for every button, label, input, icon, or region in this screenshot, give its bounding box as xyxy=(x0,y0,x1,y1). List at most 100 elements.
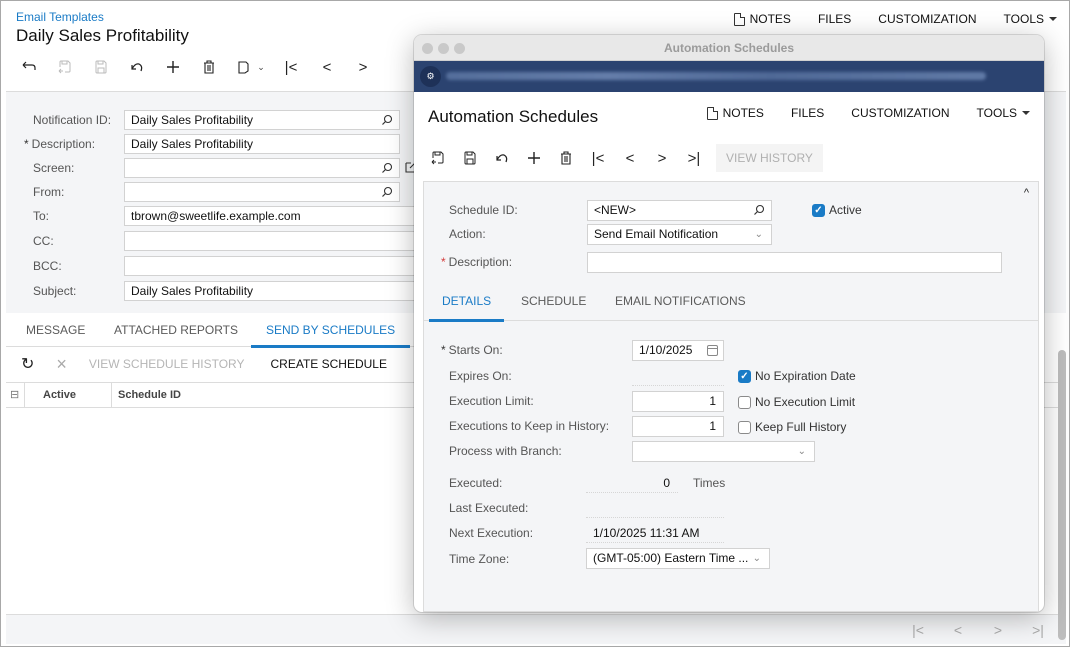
popup-tools-menu[interactable]: TOOLS xyxy=(977,106,1030,120)
create-schedule-button[interactable]: CREATE SCHEDULE xyxy=(271,357,387,371)
tab-email-notifications[interactable]: EMAIL NOTIFICATIONS xyxy=(615,281,746,321)
plus-icon xyxy=(167,61,179,73)
required-marker: * xyxy=(441,255,446,269)
view-history-button[interactable]: VIEW HISTORY xyxy=(716,144,823,172)
delete-button[interactable] xyxy=(550,146,582,170)
undo-button[interactable] xyxy=(486,146,518,170)
required-marker: * xyxy=(24,137,29,151)
description-row: * Description: Daily Sales Profitability xyxy=(6,134,426,154)
search-icon[interactable] xyxy=(753,204,765,216)
undo-button[interactable] xyxy=(119,55,155,79)
bcc-field[interactable] xyxy=(124,256,424,276)
last-record-button[interactable]: >| xyxy=(678,146,710,170)
active-checkbox[interactable]: ✓ Active xyxy=(812,203,862,217)
refresh-button[interactable]: ↻ xyxy=(21,354,34,374)
search-icon[interactable] xyxy=(381,162,393,174)
notes-label: NOTES xyxy=(722,106,764,120)
first-page-button[interactable]: |< xyxy=(898,622,938,638)
chevron-up-icon[interactable]: ^ xyxy=(1024,187,1029,199)
next-page-button[interactable]: > xyxy=(978,622,1018,638)
previous-record-button[interactable]: < xyxy=(614,146,646,170)
site-settings-icon[interactable]: ⚙ xyxy=(420,66,441,87)
time-zone-dropdown[interactable]: (GMT-05:00) Eastern Time ... ⌄ xyxy=(586,548,770,569)
delete-button[interactable] xyxy=(191,55,227,79)
grid-footer: |< < > >| xyxy=(6,614,1066,644)
popup-notes-link[interactable]: NOTES xyxy=(706,106,764,120)
tab-details[interactable]: DETAILS xyxy=(428,281,505,322)
keep-full-history-checkbox[interactable]: Keep Full History xyxy=(738,420,846,434)
schedule-id-label: Schedule ID: xyxy=(449,203,518,217)
tab-schedule[interactable]: SCHEDULE xyxy=(521,281,586,321)
first-record-icon: |< xyxy=(284,58,298,76)
last-executed-value xyxy=(586,498,724,518)
blurred-url[interactable] xyxy=(446,72,986,80)
save-button[interactable] xyxy=(83,55,119,79)
starts-on-date-field[interactable]: 1/10/2025 xyxy=(632,340,724,361)
delete-row-button[interactable]: × xyxy=(56,354,67,375)
no-execution-limit-checkbox[interactable]: No Execution Limit xyxy=(738,395,855,409)
subject-row: Subject: Daily Sales Profitability xyxy=(6,281,426,301)
screen-field[interactable] xyxy=(124,158,400,178)
next-record-button[interactable]: > xyxy=(345,55,381,79)
description-label-text: Description: xyxy=(31,137,96,151)
next-execution-label: Next Execution: xyxy=(449,526,534,540)
tab-attached-reports[interactable]: ATTACHED REPORTS xyxy=(114,313,238,347)
from-field[interactable] xyxy=(124,182,400,202)
template-tabs: MESSAGE ATTACHED REPORTS SEND BY SCHEDUL… xyxy=(6,313,414,348)
action-value: Send Email Notification xyxy=(594,227,719,241)
view-schedule-history-button[interactable]: VIEW SCHEDULE HISTORY xyxy=(89,357,245,371)
column-settings-icon[interactable]: ⊟ xyxy=(10,383,19,407)
back-button[interactable] xyxy=(11,55,47,79)
tools-menu[interactable]: TOOLS xyxy=(1004,12,1057,26)
save-button[interactable] xyxy=(454,146,486,170)
notes-link[interactable]: NOTES xyxy=(733,12,791,26)
process-with-branch-dropdown[interactable]: ⌄ xyxy=(632,441,815,462)
previous-record-button[interactable]: < xyxy=(309,55,345,79)
clipboard-icon xyxy=(238,61,249,74)
description-field[interactable]: Daily Sales Profitability xyxy=(124,134,400,154)
schedule-id-field[interactable]: <NEW> xyxy=(587,200,772,221)
chevron-left-icon: < xyxy=(625,149,635,167)
time-zone-value: (GMT-05:00) Eastern Time ... xyxy=(593,551,749,565)
action-dropdown[interactable]: Send Email Notification ⌄ xyxy=(587,224,772,245)
executions-to-keep-field[interactable]: 1 xyxy=(632,416,724,437)
files-link[interactable]: FILES xyxy=(818,12,851,26)
description-field[interactable] xyxy=(587,252,1002,273)
last-page-button[interactable]: >| xyxy=(1018,622,1058,638)
column-header-schedule-id[interactable]: Schedule ID xyxy=(118,383,181,407)
tab-message[interactable]: MESSAGE xyxy=(26,313,85,347)
note-icon xyxy=(733,12,745,26)
copy-paste-button[interactable]: ⌄ xyxy=(227,55,273,79)
save-and-close-button[interactable] xyxy=(47,55,83,79)
add-button[interactable] xyxy=(155,55,191,79)
previous-page-button[interactable]: < xyxy=(938,622,978,638)
add-button[interactable] xyxy=(518,146,550,170)
last-executed-label: Last Executed: xyxy=(449,501,529,515)
description-value: Daily Sales Profitability xyxy=(131,137,254,151)
cc-field[interactable] xyxy=(124,231,424,251)
to-field[interactable]: tbrown@sweetlife.example.com xyxy=(124,206,424,226)
customization-link[interactable]: CUSTOMIZATION xyxy=(878,12,976,26)
popup-files-link[interactable]: FILES xyxy=(791,106,824,120)
popup-page-title: Automation Schedules xyxy=(428,107,599,126)
column-header-active[interactable]: Active xyxy=(43,383,76,407)
save-and-close-button[interactable] xyxy=(422,146,454,170)
no-expiration-date-label: No Expiration Date xyxy=(755,369,856,383)
subject-field[interactable]: Daily Sales Profitability xyxy=(124,281,424,301)
expires-on-field xyxy=(632,366,724,386)
search-icon[interactable] xyxy=(381,114,393,126)
search-icon[interactable] xyxy=(381,186,393,198)
no-expiration-date-checkbox[interactable]: ✓ No Expiration Date xyxy=(738,369,856,383)
notification-id-field[interactable]: Daily Sales Profitability xyxy=(124,110,400,130)
tab-send-by-schedules[interactable]: SEND BY SCHEDULES xyxy=(250,313,411,348)
next-record-button[interactable]: > xyxy=(646,146,678,170)
calendar-icon[interactable] xyxy=(707,345,718,356)
breadcrumb-email-templates[interactable]: Email Templates xyxy=(16,10,104,24)
vertical-scrollbar[interactable] xyxy=(1058,350,1066,640)
execution-limit-field[interactable]: 1 xyxy=(632,391,724,412)
popup-toolbar: |< < > >| VIEW HISTORY xyxy=(422,144,823,172)
cc-row: CC: xyxy=(6,231,426,251)
popup-customization-link[interactable]: CUSTOMIZATION xyxy=(851,106,949,120)
first-record-button[interactable]: |< xyxy=(582,146,614,170)
first-record-button[interactable]: |< xyxy=(273,55,309,79)
